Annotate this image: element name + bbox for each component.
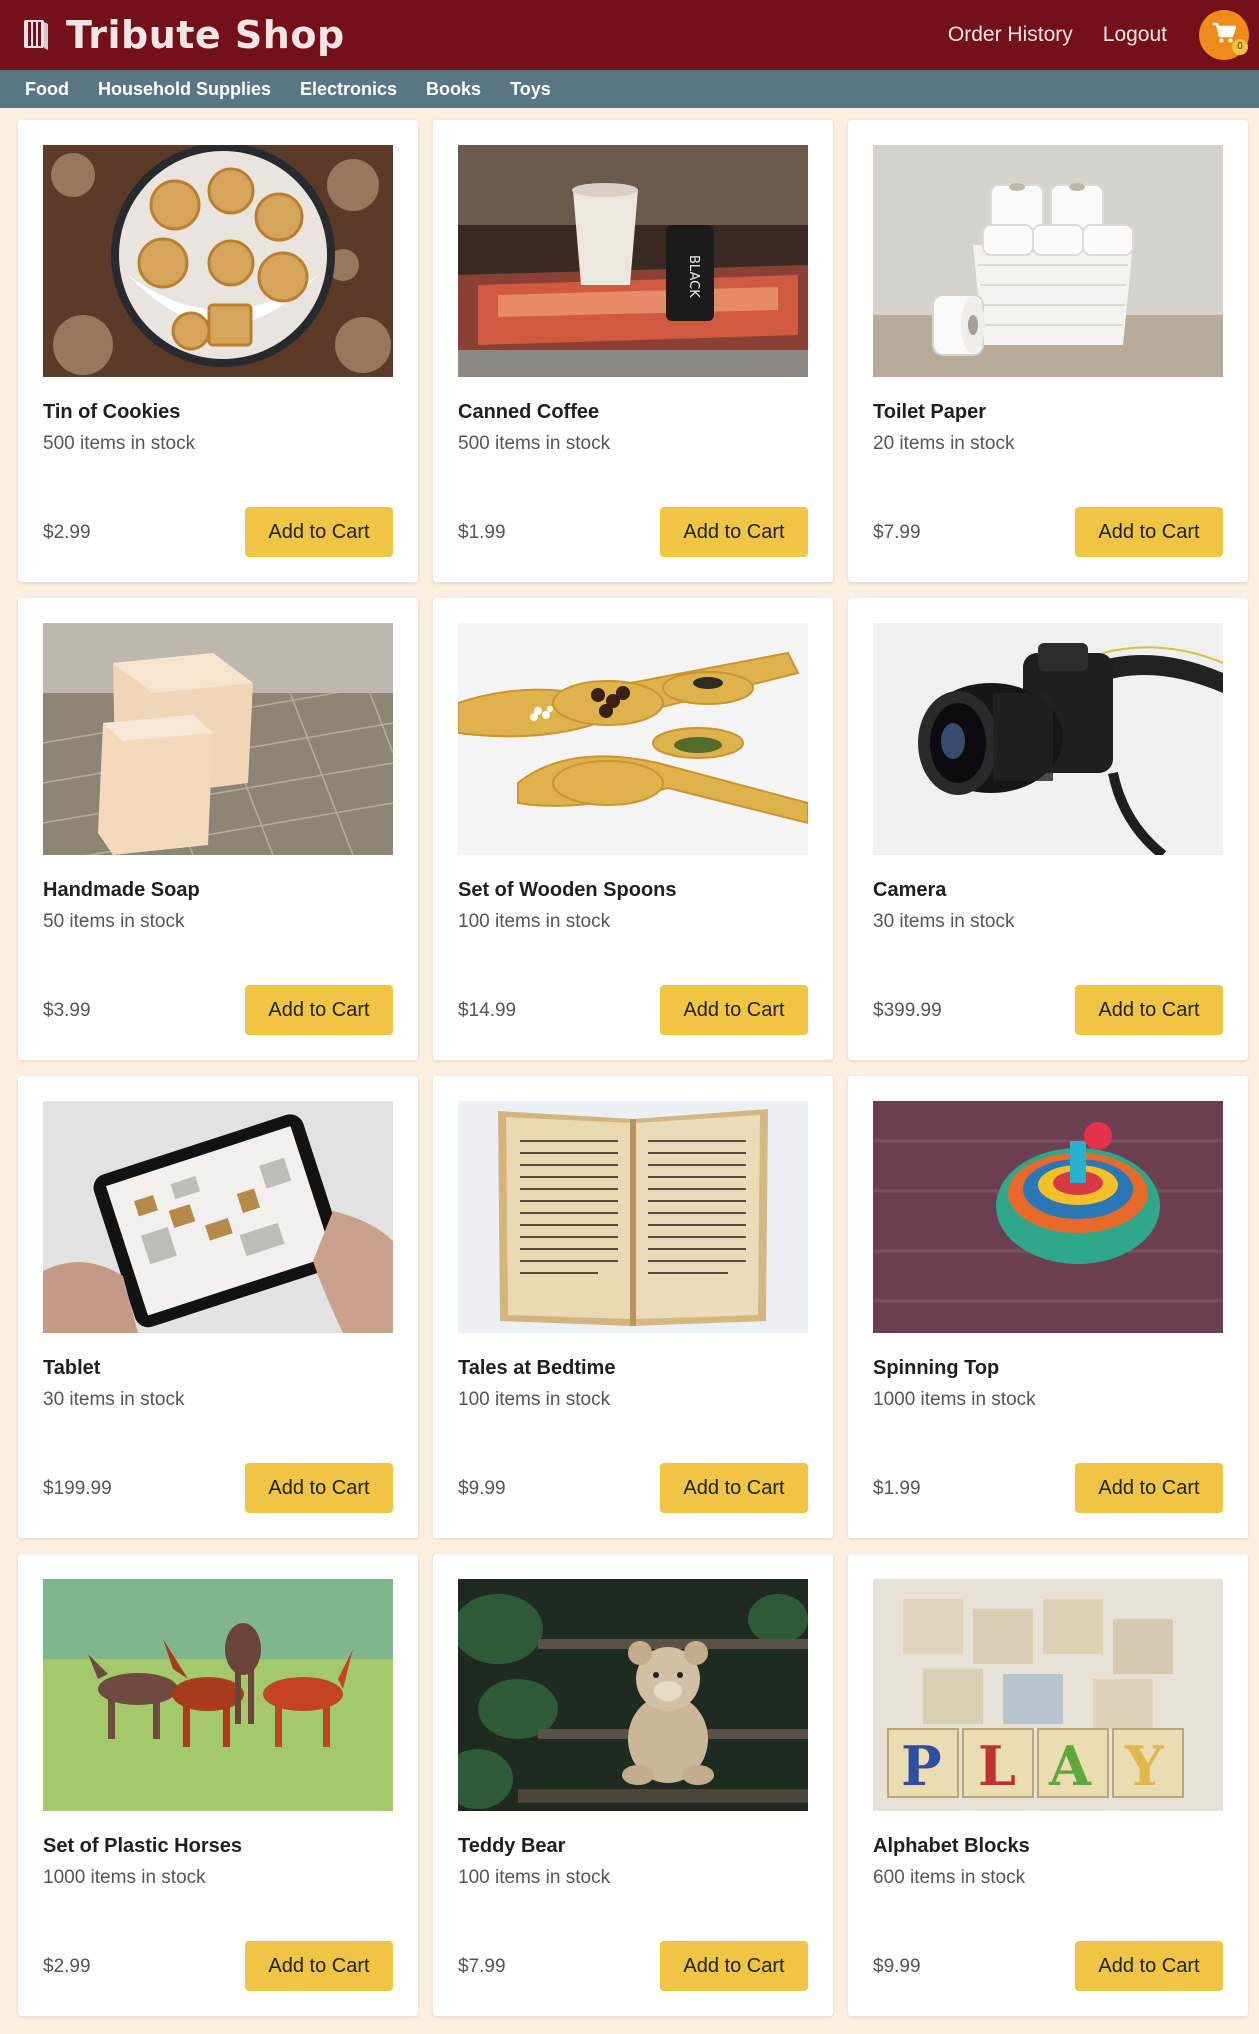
product-grid: Tin of Cookies 500 items in stock $2.99 Add… [18, 120, 1248, 2016]
add-to-cart-button[interactable]: Add to Cart [660, 507, 808, 557]
product-card: Toilet Paper 20 items in stock $7.99 Add to… [848, 120, 1248, 582]
category-food[interactable]: Food [25, 79, 69, 100]
product-card: Teddy Bear 100 items in stock $7.99 Add to … [433, 1554, 833, 2016]
order-history-link[interactable]: Order History [948, 23, 1073, 47]
product-price: $7.99 [458, 1956, 506, 1977]
product-stock: 30 items in stock [43, 1389, 185, 1410]
category-household-supplies[interactable]: Household Supplies [98, 79, 271, 100]
product-name: Set of Plastic Horses [43, 1835, 242, 1857]
toilet-paper-image[interactable] [873, 145, 1223, 377]
horses-image[interactable] [43, 1579, 393, 1811]
product-name: Camera [873, 879, 947, 901]
product-price: $2.99 [43, 522, 91, 543]
app-title: Tribute Shop [66, 13, 345, 57]
product-name: Handmade Soap [43, 879, 200, 901]
add-to-cart-button[interactable]: Add to Cart [660, 1463, 808, 1513]
product-name: Tin of Cookies [43, 401, 181, 423]
svg-text:BLACK: BLACK [686, 255, 701, 298]
category-books[interactable]: Books [426, 79, 481, 100]
product-price: $9.99 [458, 1478, 506, 1499]
add-to-cart-button[interactable]: Add to Cart [1075, 1463, 1223, 1513]
product-name: Canned Coffee [458, 401, 600, 423]
add-to-cart-button[interactable]: Add to Cart [660, 985, 808, 1035]
product-name: Teddy Bear [458, 1835, 566, 1857]
category-toys[interactable]: Toys [510, 79, 551, 100]
product-card: Set of Plastic Horses 1000 items in stock… [18, 1554, 418, 2016]
spoons-image[interactable] [458, 623, 808, 855]
add-to-cart-button[interactable]: Add to Cart [245, 1463, 393, 1513]
svg-text:A: A [1048, 1734, 1092, 1798]
add-to-cart-button[interactable]: Add to Cart [660, 1941, 808, 1991]
add-to-cart-button[interactable]: Add to Cart [1075, 507, 1223, 557]
product-card: Camera 30 items in stock $399.99 Add to Car… [848, 598, 1248, 1060]
product-price: $7.99 [873, 522, 921, 543]
logo[interactable]: Tribute Shop [22, 12, 345, 58]
product-name: Toilet Paper [873, 401, 986, 423]
cart-count-badge: 0 [1232, 39, 1248, 55]
product-stock: 20 items in stock [873, 433, 1015, 454]
product-card: Handmade Soap 50 items in stock $3.99 Add t… [18, 598, 418, 1060]
product-price: $2.99 [43, 1956, 91, 1977]
product-stock: 500 items in stock [458, 433, 611, 454]
product-stock: 600 items in stock [873, 1867, 1026, 1888]
product-name: Tablet [43, 1357, 101, 1379]
product-card: BLACK Canned Coffee 500 items in stock $1.9… [433, 120, 833, 582]
product-stock: 100 items in stock [458, 1867, 611, 1888]
product-stock: 500 items in stock [43, 433, 196, 454]
category-electronics[interactable]: Electronics [300, 79, 397, 100]
camera-image[interactable] [873, 623, 1223, 855]
svg-text:Y: Y [1124, 1734, 1165, 1798]
product-price: $399.99 [873, 1000, 942, 1021]
add-to-cart-button[interactable]: Add to Cart [1075, 985, 1223, 1035]
book-image[interactable] [458, 1101, 808, 1333]
soap-image[interactable] [43, 623, 393, 855]
product-card: Tablet 30 items in stock $199.99 Add to Car… [18, 1076, 418, 1538]
product-price: $1.99 [873, 1478, 921, 1499]
product-name: Set of Wooden Spoons [458, 879, 677, 901]
product-price: $199.99 [43, 1478, 112, 1499]
product-card: Tales at Bedtime 100 items in stock $9.99 A… [433, 1076, 833, 1538]
svg-text:P: P [901, 1734, 942, 1798]
product-price: $1.99 [458, 522, 506, 543]
product-card: Set of Wooden Spoons 100 items in stock $1… [433, 598, 833, 1060]
product-stock: 100 items in stock [458, 1389, 611, 1410]
product-price: $14.99 [458, 1000, 517, 1021]
category-nav: Food Household Supplies Electronics Book… [0, 70, 1259, 108]
product-name: Spinning Top [873, 1357, 1000, 1379]
coffee-image[interactable]: BLACK [458, 145, 808, 377]
teddy-bear-image[interactable] [458, 1579, 808, 1811]
cart-button[interactable]: 0 [1199, 10, 1249, 60]
product-name: Tales at Bedtime [458, 1357, 616, 1379]
product-price: $9.99 [873, 1956, 921, 1977]
add-to-cart-button[interactable]: Add to Cart [245, 1941, 393, 1991]
product-stock: 100 items in stock [458, 911, 611, 932]
add-to-cart-button[interactable]: Add to Cart [245, 507, 393, 557]
product-stock: 30 items in stock [873, 911, 1015, 932]
tablet-image[interactable] [43, 1101, 393, 1333]
logout-link[interactable]: Logout [1103, 23, 1167, 47]
add-to-cart-button[interactable]: Add to Cart [1075, 1941, 1223, 1991]
blocks-image[interactable]: P L A Y [873, 1579, 1223, 1811]
product-price: $3.99 [43, 1000, 91, 1021]
product-stock: 50 items in stock [43, 911, 185, 932]
product-name: Alphabet Blocks [873, 1835, 1030, 1857]
product-stock: 1000 items in stock [43, 1867, 206, 1888]
cookies-image[interactable] [43, 145, 393, 377]
spinning-top-image[interactable] [873, 1101, 1223, 1333]
svg-text:L: L [978, 1734, 1016, 1798]
header-nav: Order History Logout [948, 0, 1167, 70]
product-stock: 1000 items in stock [873, 1389, 1036, 1410]
add-to-cart-button[interactable]: Add to Cart [245, 985, 393, 1035]
product-card: P L A Y Alphabet Blocks 600 items in stoc… [848, 1554, 1248, 2016]
book-icon [22, 17, 52, 53]
product-card: Tin of Cookies 500 items in stock $2.99 Add… [18, 120, 418, 582]
header: Tribute Shop Order History Logout 0 [0, 0, 1259, 70]
product-card: Spinning Top 1000 items in stock $1.99 Add … [848, 1076, 1248, 1538]
